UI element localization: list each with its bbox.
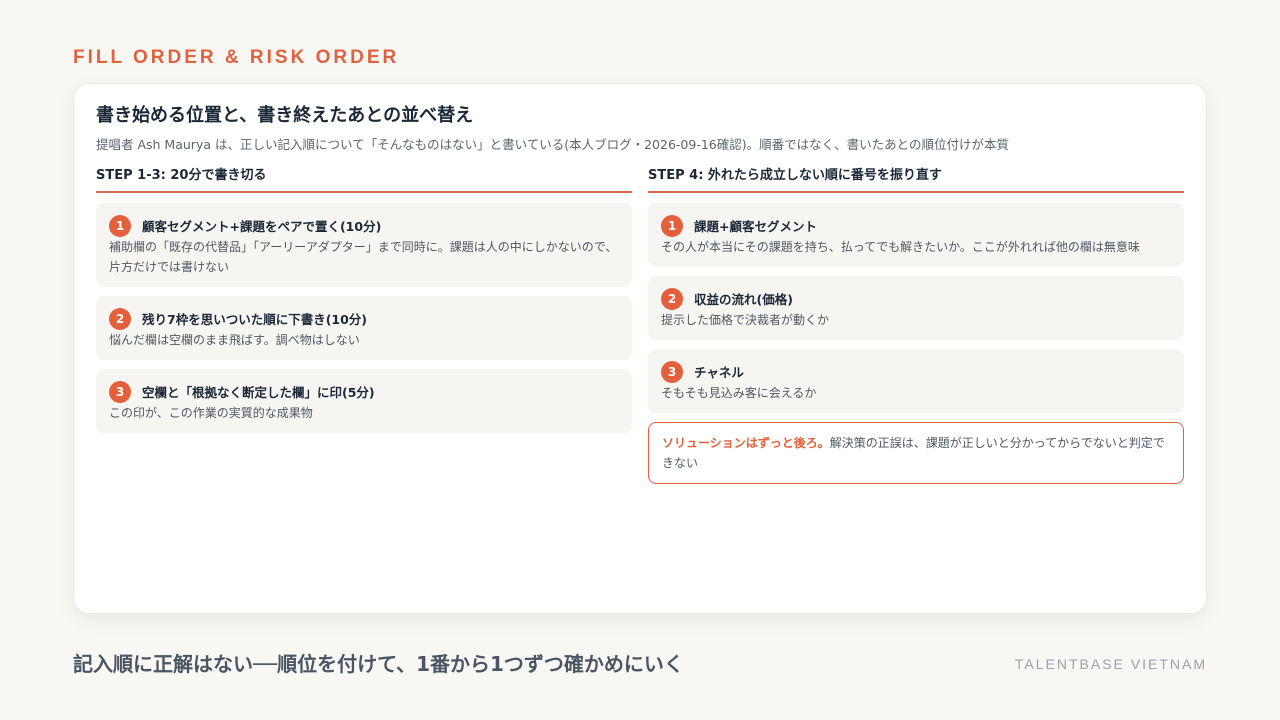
step-card: 1 課題+顧客セグメント その人が本当にその課題を持ち、払ってでも解きたいか。こ…: [648, 203, 1184, 267]
left-column-heading: STEP 1-3: 20分で書き切る: [96, 168, 632, 193]
step-description: 補助欄の「既存の代替品」「アーリーアダプター」まで同時に。課題は人の中にしかない…: [109, 240, 618, 274]
step-header: 1 顧客セグメント+課題をペアで置く(10分): [109, 213, 619, 237]
right-steps: 1 課題+顧客セグメント その人が本当にその課題を持ち、払ってでも解きたいか。こ…: [648, 203, 1184, 484]
step-card: 2 収益の流れ(価格) 提示した価格で決裁者が動くか: [648, 276, 1184, 340]
card-subtitle: 提唱者 Ash Maurya は、正しい記入順について「そんなものはない」と書い…: [96, 137, 1009, 152]
step-header: 2 収益の流れ(価格): [661, 286, 1171, 310]
step-card: 1 顧客セグメント+課題をペアで置く(10分) 補助欄の「既存の代替品」「アーリ…: [96, 203, 632, 287]
step-description: この印が、この作業の実質的な成果物: [109, 406, 313, 420]
step-description: 悩んだ欄は空欄のまま飛ばす。調べ物はしない: [109, 333, 360, 347]
step-title: 空欄と「根拠なく断定した欄」に印(5分): [142, 384, 375, 400]
step-title: 顧客セグメント+課題をペアで置く(10分): [142, 218, 382, 234]
columns: STEP 1-3: 20分で書き切る 1 顧客セグメント+課題をペアで置く(10…: [96, 168, 1184, 484]
right-column-heading: STEP 4: 外れたら成立しない順に番号を振り直す: [648, 168, 1184, 193]
step-card: 3 チャネル そもそも見込み客に会えるか: [648, 349, 1184, 413]
callout-emphasis: ソリューションはずっと後ろ。: [662, 436, 830, 450]
solution-callout: ソリューションはずっと後ろ。解決策の正誤は、課題が正しいと分かってからでないと判…: [648, 422, 1184, 484]
step-description: 提示した価格で決裁者が動くか: [661, 313, 830, 327]
step-title: チャネル: [694, 364, 744, 380]
content-card: 書き始める位置と、書き終えたあとの並べ替え 提唱者 Ash Maurya は、正…: [73, 83, 1207, 614]
card-title: 書き始める位置と、書き終えたあとの並べ替え: [96, 105, 474, 126]
step-number-badge: 2: [109, 308, 131, 330]
step-number-badge: 1: [661, 215, 683, 237]
step-title: 課題+顧客セグメント: [694, 218, 817, 234]
step-card: 2 残り7枠を思いついた順に下書き(10分) 悩んだ欄は空欄のまま飛ばす。調べ物…: [96, 296, 632, 360]
left-column: STEP 1-3: 20分で書き切る 1 顧客セグメント+課題をペアで置く(10…: [96, 168, 632, 484]
step-number-badge: 2: [661, 288, 683, 310]
step-title: 残り7枠を思いついた順に下書き(10分): [142, 311, 368, 327]
step-description: そもそも見込み客に会えるか: [661, 386, 817, 400]
step-description: その人が本当にその課題を持ち、払ってでも解きたいか。ここが外れれば他の欄は無意味: [661, 240, 1140, 254]
footer-takeaway: 記入順に正解はない──順位を付けて、1番から1つずつ確かめにいく: [73, 652, 684, 676]
step-number-badge: 3: [109, 381, 131, 403]
step-number-badge: 3: [661, 361, 683, 383]
step-header: 3 空欄と「根拠なく断定した欄」に印(5分): [109, 379, 619, 403]
step-card: 3 空欄と「根拠なく断定した欄」に印(5分) この印が、この作業の実質的な成果物: [96, 369, 632, 433]
brand-label: TALENTBASE VIETNAM: [1014, 656, 1207, 672]
left-steps: 1 顧客セグメント+課題をペアで置く(10分) 補助欄の「既存の代替品」「アーリ…: [96, 203, 632, 433]
kicker-heading: FILL ORDER & RISK ORDER: [73, 47, 400, 68]
step-header: 2 残り7枠を思いついた順に下書き(10分): [109, 306, 619, 330]
step-header: 1 課題+顧客セグメント: [661, 213, 1171, 237]
step-title: 収益の流れ(価格): [694, 291, 793, 307]
step-number-badge: 1: [109, 215, 131, 237]
step-header: 3 チャネル: [661, 359, 1171, 383]
right-column: STEP 4: 外れたら成立しない順に番号を振り直す 1 課題+顧客セグメント …: [648, 168, 1184, 484]
